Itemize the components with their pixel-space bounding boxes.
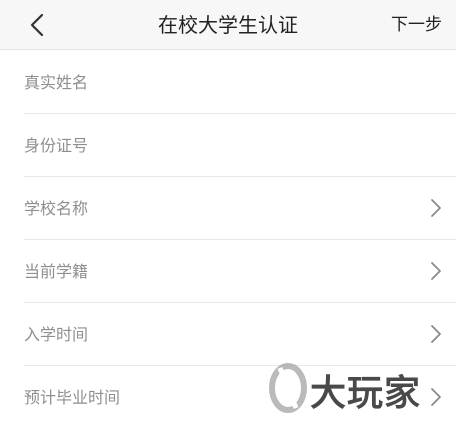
enrollment-status-selector[interactable]: 当前学籍	[24, 240, 456, 303]
back-button[interactable]	[22, 8, 52, 42]
school-name-selector[interactable]: 学校名称	[24, 177, 456, 240]
student-verification-screen: 在校大学生认证 下一步 真实姓名 身份证号 学校名称 当前学籍 入学时间 预计毕…	[0, 0, 456, 430]
admission-date-label: 入学时间	[24, 325, 89, 344]
page-title: 在校大学生认证	[158, 13, 298, 37]
chevron-left-icon	[30, 13, 44, 37]
id-number-field[interactable]: 身份证号	[24, 114, 456, 177]
real-name-field[interactable]: 真实姓名	[24, 51, 456, 114]
school-name-label: 学校名称	[24, 199, 89, 218]
chevron-right-icon	[431, 325, 441, 343]
chevron-right-icon	[431, 262, 441, 280]
graduation-date-label: 预计毕业时间	[24, 388, 121, 407]
id-number-placeholder: 身份证号	[24, 136, 89, 155]
next-step-button[interactable]: 下一步	[391, 0, 442, 50]
enrollment-status-label: 当前学籍	[24, 262, 89, 281]
chevron-right-icon	[431, 388, 441, 406]
chevron-right-icon	[431, 199, 441, 217]
admission-date-selector[interactable]: 入学时间	[24, 303, 456, 366]
verification-form: 真实姓名 身份证号 学校名称 当前学籍 入学时间 预计毕业时间	[0, 51, 456, 429]
graduation-date-selector[interactable]: 预计毕业时间	[24, 366, 456, 429]
navigation-bar: 在校大学生认证 下一步	[0, 0, 456, 50]
real-name-placeholder: 真实姓名	[24, 73, 89, 92]
